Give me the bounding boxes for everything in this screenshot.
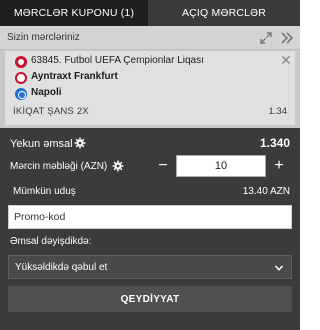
- league-name: 63845. Futbol UEFA Çempionlar Liqası: [31, 55, 204, 66]
- selection-odds: 1.34: [268, 106, 288, 117]
- odds-change-label: Əmsal dəyişdikdə:: [10, 236, 92, 247]
- gear-icon[interactable]: [112, 160, 124, 172]
- register-button[interactable]: QEYDİYYAT: [8, 286, 292, 312]
- team-home-name: Ayntraxt Frankfurt: [31, 71, 118, 82]
- bet-slip: MƏRCLƏR KUPONU (1) AÇIQ MƏRCLƏR Sizin mə…: [0, 0, 300, 330]
- team-frankfurt-icon: [15, 72, 27, 84]
- possible-winnings-label: Mümkün uduş: [13, 186, 76, 197]
- bets-header: Sizin mərcləriniz: [0, 26, 300, 50]
- odds-change-selected: Yüksəldikdə qəbul et: [15, 262, 108, 273]
- stake-label: Mərcin məbləği (AZN): [10, 161, 108, 172]
- team-away-name: Napoli: [31, 87, 62, 98]
- total-odds-value: 1.340: [259, 136, 290, 150]
- bet-summary-panel: Yekun əmsal 1.340 Mərcin məbləği (AZN) −…: [0, 128, 300, 330]
- chevron-down-icon: [274, 265, 284, 271]
- stake-input[interactable]: [176, 155, 266, 177]
- team-napoli-icon: [15, 88, 27, 100]
- stake-increase-button[interactable]: +: [266, 153, 292, 179]
- bet-selection-card: 63845. Futbol UEFA Çempionlar Liqası ✕ A…: [5, 51, 295, 125]
- promo-code-input[interactable]: [8, 205, 292, 229]
- double-chevron-right-icon[interactable]: [279, 30, 295, 46]
- possible-winnings-value: 13.40 AZN: [242, 186, 290, 197]
- odds-change-select[interactable]: Yüksəldikdə qəbul et: [8, 255, 292, 279]
- expand-arrows-icon[interactable]: [259, 31, 273, 45]
- tab-open-bets[interactable]: AÇIQ MƏRCLƏR: [148, 0, 300, 26]
- tab-bet-coupon[interactable]: MƏRCLƏR KUPONU (1): [0, 0, 148, 26]
- league-icon: [15, 56, 27, 68]
- bet-market: İKİQAT ŞANS 2X: [13, 106, 89, 117]
- stake-stepper: Mərcin məbləği (AZN) − +: [5, 153, 295, 179]
- bets-header-title: Sizin mərcləriniz: [7, 32, 80, 43]
- close-icon[interactable]: ✕: [280, 53, 292, 67]
- stake-decrease-button[interactable]: −: [150, 153, 176, 179]
- gear-icon[interactable]: [74, 137, 86, 149]
- bet-slip-tabs: MƏRCLƏR KUPONU (1) AÇIQ MƏRCLƏR: [0, 0, 300, 26]
- total-odds-label: Yekun əmsal: [10, 138, 73, 150]
